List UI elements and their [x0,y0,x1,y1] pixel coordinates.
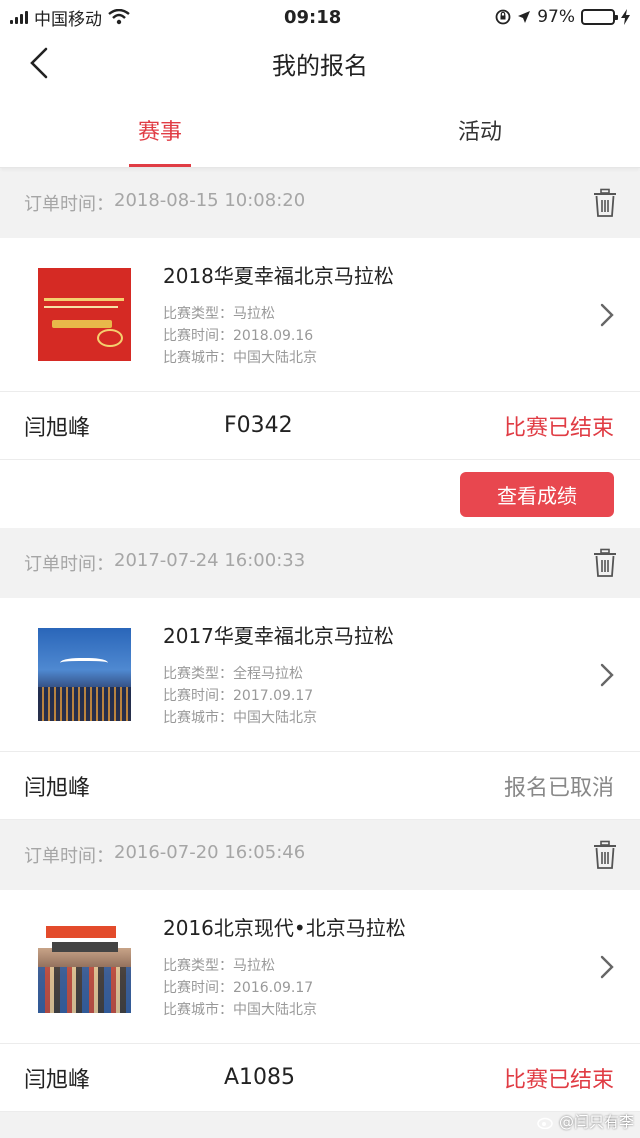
chevron-right-icon [600,303,614,326]
back-chevron-icon[interactable] [26,46,56,80]
event-date: 比赛时间： 2016.09.17 [163,980,314,996]
order-card: 2016北京现代•北京马拉松 比赛类型： 马拉松 比赛时间： 2016.09.17 … [0,890,640,1112]
battery-percent: 97% [537,7,575,27]
order-card: 2017华夏幸福北京马拉松 比赛类型： 全程马拉松 比赛时间： 2017.09.17… [0,598,640,820]
wifi-icon [108,9,130,25]
order-time: 订单时间： 2017-07-24 16:00:33 [24,550,306,575]
event-city: 比赛城市： 中国大陆北京 [163,1002,317,1018]
event-city: 比赛城市： 中国大陆北京 [163,710,317,726]
location-icon [518,11,531,23]
charging-icon [621,9,630,25]
event-row[interactable]: 2018华夏幸福北京马拉松 比赛类型： 马拉松 比赛时间： 2018.09.16 比… [0,238,640,392]
status-label: 报名已取消 [503,775,614,801]
status-label: 比赛已结束 [503,415,614,441]
event-name: 2018华夏幸福北京马拉松 [163,264,394,288]
tab-activities[interactable]: 活动 [320,92,640,167]
event-thumbnail [38,628,131,721]
signal-icon [10,10,28,24]
order-header: 订单时间： 2018-08-15 10:08:20 [0,168,640,238]
event-row[interactable]: 2017华夏幸福北京马拉松 比赛类型： 全程马拉松 比赛时间： 2017.09.17… [0,598,640,752]
order-header: 订单时间： 2016-07-20 16:05:46 [0,820,640,890]
runner-row: 闫旭峰 A1085 比赛已结束 [0,1044,640,1112]
event-thumbnail [38,920,131,1013]
order-card: 2018华夏幸福北京马拉松 比赛类型： 马拉松 比赛时间： 2018.09.16 比… [0,238,640,528]
view-results-button[interactable]: 查看成绩 [460,471,614,517]
chevron-right-icon [600,663,614,686]
event-date: 比赛时间： 2017.09.17 [163,688,314,704]
event-type: 比赛类型： 马拉松 [163,306,275,322]
bib-number: A1085 [224,1065,296,1090]
event-name: 2016北京现代•北京马拉松 [163,916,406,940]
runner-name: 闫旭峰 [24,1067,91,1093]
chevron-right-icon [600,955,614,978]
event-name: 2017华夏幸福北京马拉松 [163,624,394,648]
runner-name: 闫旭峰 [24,775,91,801]
action-row: 查看成绩 [0,460,640,528]
order-header: 订单时间： 2017-07-24 16:00:33 [0,528,640,598]
status-label: 比赛已结束 [503,1067,614,1093]
trash-icon[interactable] [592,548,618,578]
event-type: 比赛类型： 全程马拉松 [163,666,303,682]
event-thumbnail [38,268,131,361]
runner-name: 闫旭峰 [24,415,91,441]
runner-row: 闫旭峰 F0342 比赛已结束 [0,392,640,460]
event-type: 比赛类型： 马拉松 [163,958,275,974]
order-time: 订单时间： 2018-08-15 10:08:20 [24,190,306,215]
event-date: 比赛时间： 2018.09.16 [163,328,314,344]
event-row[interactable]: 2016北京现代•北京马拉松 比赛类型： 马拉松 比赛时间： 2016.09.17 … [0,890,640,1044]
orientation-lock-icon [495,9,511,25]
navigation-bar: 我的报名 [0,34,640,92]
status-time: 09:18 [283,6,342,28]
watermark: @闫只有李 [537,1111,634,1132]
event-city: 比赛城市： 中国大陆北京 [163,350,317,366]
page-title: 我的报名 [272,51,368,80]
trash-icon[interactable] [592,840,618,870]
status-bar: 中国移动 09:18 97% [0,0,640,34]
order-time: 订单时间： 2016-07-20 16:05:46 [24,842,306,867]
trash-icon[interactable] [592,188,618,218]
tab-bar: 赛事 活动 [0,92,640,168]
bib-number: F0342 [224,413,293,438]
weibo-icon [537,1117,553,1129]
tab-events[interactable]: 赛事 [0,92,320,167]
carrier-label: 中国移动 [34,9,102,30]
runner-row: 闫旭峰 报名已取消 [0,752,640,820]
battery-icon [581,9,618,25]
